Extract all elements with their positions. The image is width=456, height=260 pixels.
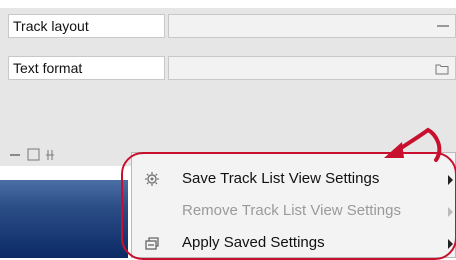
save-settings-icon bbox=[145, 172, 159, 186]
property-label: Track layout bbox=[8, 14, 165, 38]
menu-item-label: Apply Saved Settings bbox=[182, 234, 325, 251]
apply-settings-icon bbox=[145, 237, 159, 250]
submenu-arrow-icon bbox=[448, 175, 453, 185]
settings-panel: Track layout Text format bbox=[0, 8, 456, 144]
top-strip bbox=[0, 0, 456, 8]
submenu-arrow-icon bbox=[448, 239, 453, 249]
menu-item-label: Remove Track List View Settings bbox=[182, 202, 401, 219]
folder-icon[interactable] bbox=[435, 63, 449, 75]
window-controls bbox=[10, 148, 54, 161]
submenu-arrow-icon bbox=[448, 207, 453, 217]
menu-item-save-settings[interactable]: Save Track List View Settings bbox=[132, 163, 456, 195]
menu-item-label: Save Track List View Settings bbox=[182, 170, 380, 187]
context-menu: Save Track List View Settings Remove Tra… bbox=[131, 152, 456, 258]
property-row-text-format: Text format bbox=[8, 56, 456, 80]
property-row-track-layout: Track layout bbox=[8, 14, 456, 38]
collapse-dash-icon[interactable] bbox=[437, 25, 449, 27]
split-icon[interactable] bbox=[46, 150, 54, 160]
track-list-preview bbox=[0, 180, 128, 258]
restore-icon[interactable] bbox=[27, 148, 40, 161]
property-value[interactable] bbox=[168, 56, 456, 80]
menu-item-apply-saved[interactable]: Apply Saved Settings bbox=[132, 227, 456, 259]
minimize-icon[interactable] bbox=[10, 154, 20, 156]
property-value[interactable] bbox=[168, 14, 456, 38]
property-label: Text format bbox=[8, 56, 165, 80]
menu-item-remove-settings[interactable]: Remove Track List View Settings bbox=[132, 195, 456, 227]
